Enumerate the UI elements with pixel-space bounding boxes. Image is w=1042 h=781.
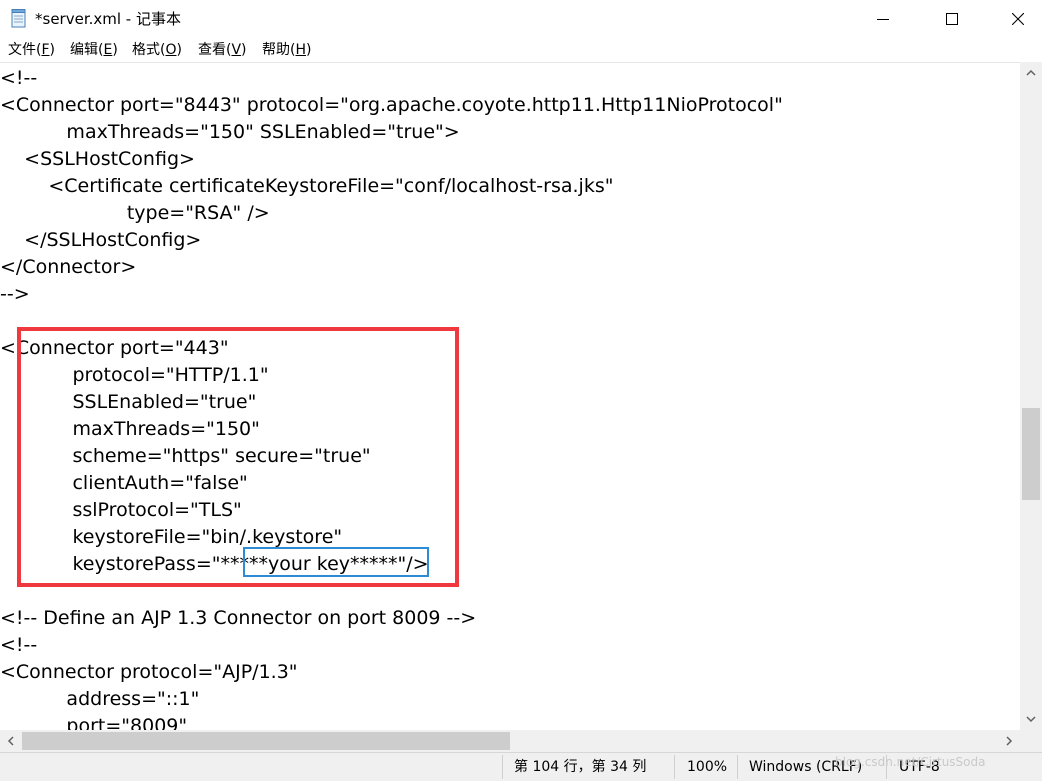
close-button[interactable] xyxy=(995,0,1041,38)
status-divider xyxy=(737,755,738,779)
code-line: <!-- Define an AJP 1.3 Connector on port… xyxy=(0,607,477,629)
scroll-down-button[interactable] xyxy=(1020,708,1042,730)
text-editor[interactable]: <!-- <Connector port="8443" protocol="or… xyxy=(0,62,1020,731)
menu-format[interactable]: 格式(O) xyxy=(132,41,182,59)
code-line: address="::1" xyxy=(0,688,200,710)
scroll-up-button[interactable] xyxy=(1020,62,1042,84)
menu-bar: 文件(F) 编辑(E) 格式(O) 查看(V) 帮助(H) xyxy=(0,38,1042,62)
code-line: <Connector protocol="AJP/1.3" xyxy=(0,661,298,683)
status-zoom: 100% xyxy=(687,759,728,775)
code-line: <!-- xyxy=(0,67,38,89)
minimize-button[interactable] xyxy=(860,0,906,38)
highlight-box-keystore-pass xyxy=(243,547,429,577)
scrollbar-corner xyxy=(1020,730,1042,752)
code-line: <SSLHostConfig> xyxy=(0,148,195,170)
code-line: </Connector> xyxy=(0,256,137,278)
code-line: --> xyxy=(0,283,30,305)
menu-file[interactable]: 文件(F) xyxy=(8,41,55,59)
notepad-icon xyxy=(11,9,26,28)
close-icon xyxy=(1012,13,1024,25)
vertical-scroll-thumb[interactable] xyxy=(1022,408,1040,500)
scroll-right-button[interactable] xyxy=(998,730,1020,752)
window-title: *server.xml - 记事本 xyxy=(35,10,181,28)
code-line: </SSLHostConfig> xyxy=(0,229,202,251)
code-line: <Connector port="8443" protocol="org.apa… xyxy=(0,94,783,116)
minimize-icon xyxy=(877,19,889,20)
maximize-button[interactable] xyxy=(929,0,975,38)
status-cursor-position: 第 104 行，第 34 列 xyxy=(514,759,647,775)
vertical-scrollbar[interactable] xyxy=(1020,62,1042,730)
chevron-down-icon xyxy=(1026,716,1036,723)
chevron-up-icon xyxy=(1026,69,1036,76)
code-line: <Certificate certificateKeystoreFile="co… xyxy=(0,175,614,197)
watermark: blog.csdn.net/CirtusSoda xyxy=(835,755,986,769)
code-line: maxThreads="150" SSLEnabled="true"> xyxy=(0,121,460,143)
code-line: port="8009" xyxy=(0,715,188,731)
title-bar: *server.xml - 记事本 xyxy=(0,0,1042,38)
horizontal-scrollbar[interactable] xyxy=(0,730,1020,752)
maximize-icon xyxy=(946,13,958,25)
chevron-right-icon xyxy=(1006,736,1013,746)
menu-view[interactable]: 查看(V) xyxy=(198,41,247,59)
status-divider xyxy=(674,755,675,779)
menu-help[interactable]: 帮助(H) xyxy=(262,41,311,59)
horizontal-scroll-thumb[interactable] xyxy=(22,732,510,750)
code-line: type="RSA" /> xyxy=(0,202,270,224)
menu-edit[interactable]: 编辑(E) xyxy=(70,41,118,59)
status-divider xyxy=(502,755,503,779)
chevron-left-icon xyxy=(7,736,14,746)
scroll-left-button[interactable] xyxy=(0,730,22,752)
code-line: <!-- xyxy=(0,634,38,656)
